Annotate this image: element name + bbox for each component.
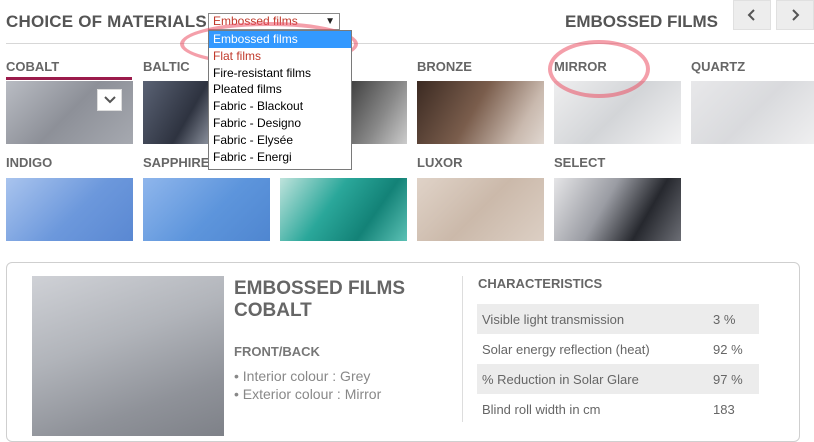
page-title: CHOICE OF MATERIALS <box>6 12 207 31</box>
dropdown-option-pleated-films[interactable]: Pleated films <box>209 81 351 98</box>
expand-button[interactable] <box>97 89 122 111</box>
swatch-emerald[interactable] <box>280 178 407 241</box>
material-label-select[interactable]: SELECT <box>554 155 605 170</box>
char-value: 183 <box>713 402 735 417</box>
char-value: 3 % <box>713 312 736 327</box>
chevron-left-icon <box>747 9 755 21</box>
swatch-select[interactable] <box>554 178 681 241</box>
detail-title: EMBOSSED FILMS COBALT <box>234 278 405 322</box>
char-value: 97 % <box>713 372 743 387</box>
panel-divider <box>462 276 463 422</box>
swatch-quartz[interactable] <box>691 81 814 144</box>
annotation-ellipse-mirror <box>548 40 650 98</box>
material-label-quartz[interactable]: QUARTZ <box>691 59 745 74</box>
chevron-down-icon <box>103 96 116 104</box>
chevron-right-icon <box>792 9 800 21</box>
dropdown-option-fabric-elysee[interactable]: Fabric - Elysée <box>209 132 351 149</box>
swatch-indigo[interactable] <box>6 178 133 241</box>
dropdown-option-fabric-designo[interactable]: Fabric - Designo <box>209 115 351 132</box>
char-row: Visible light transmission 3 % <box>477 304 759 334</box>
char-value: 92 % <box>713 342 743 357</box>
detail-title-line1: EMBOSSED FILMS <box>234 278 406 299</box>
front-back-heading: FRONT/BACK <box>234 344 320 359</box>
dropdown-option-fabric-energi[interactable]: Fabric - Energi <box>209 149 351 166</box>
dropdown-option-flat-films[interactable]: Flat films <box>209 48 351 65</box>
interior-colour: • Interior colour : Grey <box>234 368 371 384</box>
swatch-bronze[interactable] <box>417 81 544 144</box>
section-title: EMBOSSED FILMS <box>565 12 719 31</box>
detail-title-line2: COBALT <box>234 300 312 321</box>
material-label-indigo[interactable]: INDIGO <box>6 155 52 170</box>
prev-button[interactable] <box>733 0 771 30</box>
dropdown-option-embossed-films[interactable]: Embossed films <box>209 31 351 48</box>
dropdown-option-fire-resistant-films[interactable]: Fire-resistant films <box>209 65 351 82</box>
material-label-bronze[interactable]: BRONZE <box>417 59 472 74</box>
char-label: Blind roll width in cm <box>482 402 601 417</box>
next-button[interactable] <box>776 0 814 30</box>
char-label: Solar energy reflection (heat) <box>482 342 650 357</box>
char-row: Solar energy reflection (heat) 92 % <box>477 334 759 364</box>
char-label: Visible light transmission <box>482 312 625 327</box>
active-underline <box>6 77 132 80</box>
material-label-luxor[interactable]: LUXOR <box>417 155 463 170</box>
char-row: Blind roll width in cm 183 <box>477 394 759 424</box>
characteristics-title: CHARACTERISTICS <box>478 276 603 291</box>
exterior-colour: • Exterior colour : Mirror <box>234 386 382 402</box>
swatch-luxor[interactable] <box>417 178 544 241</box>
char-row: % Reduction in Solar Glare 97 % <box>477 364 759 394</box>
swatch-sapphire[interactable] <box>143 178 270 241</box>
char-label: % Reduction in Solar Glare <box>482 372 639 387</box>
material-type-dropdown-list[interactable]: Embossed films Flat films Fire-resistant… <box>208 30 352 170</box>
material-label-sapphire[interactable]: SAPPHIRE <box>143 155 209 170</box>
material-label-baltic[interactable]: BALTIC <box>143 59 190 74</box>
material-label-cobalt[interactable]: COBALT <box>6 59 59 74</box>
product-image <box>32 276 224 436</box>
header-divider <box>6 43 814 44</box>
dropdown-option-fabric-blackout[interactable]: Fabric - Blackout <box>209 98 351 115</box>
